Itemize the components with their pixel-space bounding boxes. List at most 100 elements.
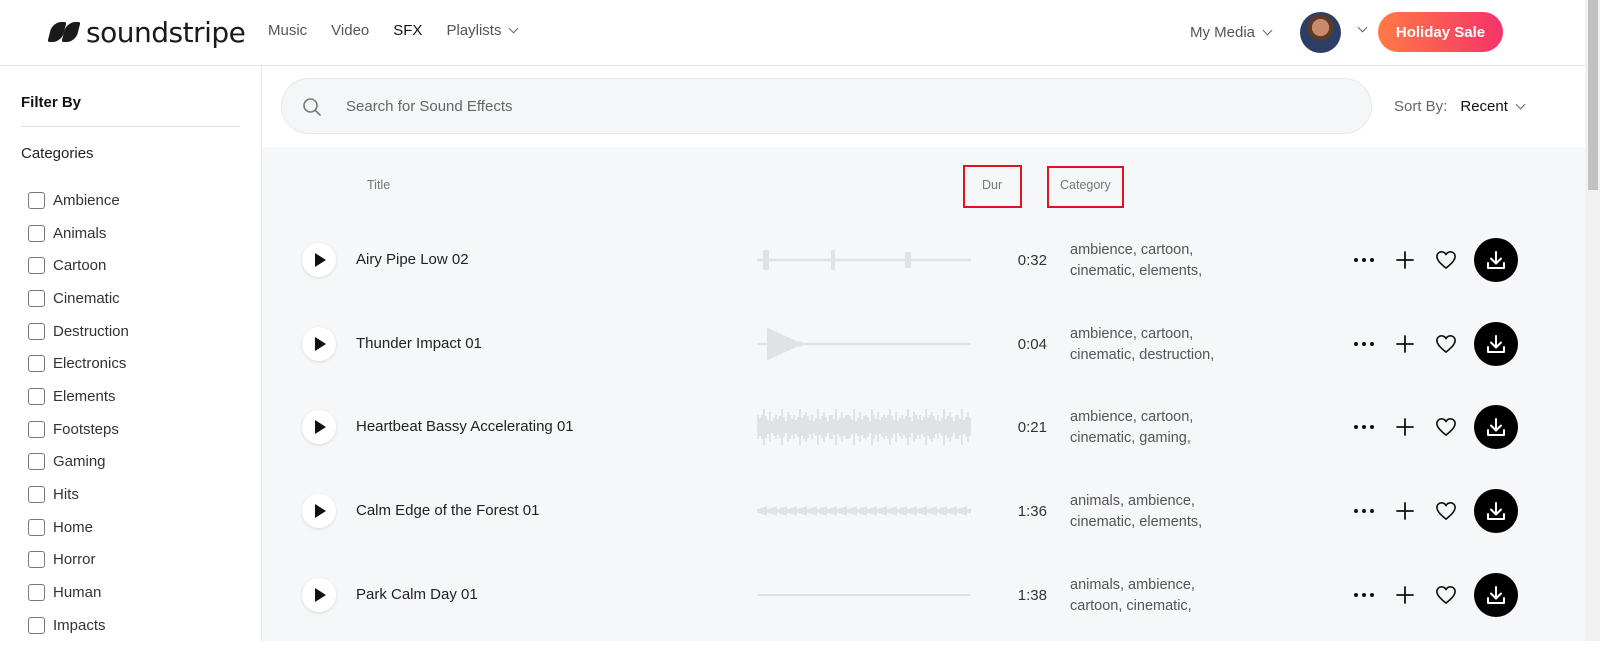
soundstripe-logo[interactable]: soundstripe (47, 15, 246, 49)
category-checkbox[interactable] (28, 224, 45, 242)
my-media-menu[interactable]: My Media (1190, 24, 1273, 41)
track-title[interactable]: Thunder Impact 01 (356, 335, 482, 352)
play-button[interactable] (302, 243, 336, 277)
waveform-graphic[interactable] (757, 573, 972, 617)
category-checkbox[interactable] (28, 191, 45, 209)
category-filter-item[interactable]: Destruction (28, 315, 129, 348)
category-checkbox[interactable] (28, 387, 45, 405)
category-checkbox[interactable] (28, 322, 45, 340)
add-to-playlist-button[interactable] (1391, 497, 1419, 525)
filter-sidebar: Filter By Categories Ambience Animals Cart… (0, 66, 262, 641)
category-filter-item[interactable]: Ambience (28, 184, 129, 217)
favorite-button[interactable] (1432, 581, 1460, 609)
play-button[interactable] (302, 494, 336, 529)
add-to-playlist-button[interactable] (1391, 581, 1419, 609)
track-title[interactable]: Park Calm Day 01 (356, 586, 478, 603)
track-row[interactable]: Airy Pipe Low 02 0:32 ambience, cartoon,… (262, 234, 1585, 318)
sort-by-dropdown[interactable]: Recent (1460, 98, 1526, 115)
track-row[interactable]: Calm Edge of the Forest 01 1:36 animals,… (262, 485, 1585, 569)
track-row[interactable]: Park Calm Day 01 1:38 animals, ambience,… (262, 569, 1585, 653)
waveform-graphic[interactable] (757, 238, 972, 282)
category-checkbox[interactable] (28, 518, 45, 536)
more-horizontal-icon (1354, 592, 1374, 597)
my-media-label: My Media (1190, 24, 1256, 41)
play-button[interactable] (302, 410, 336, 445)
waveform-graphic[interactable] (757, 405, 972, 449)
download-button[interactable] (1474, 238, 1518, 282)
track-row[interactable]: Thunder Impact 01 0:04 ambience, cartoon… (262, 318, 1585, 402)
category-filter-item[interactable]: Cinematic (28, 282, 129, 315)
waveform-graphic[interactable] (757, 489, 972, 533)
play-button[interactable] (302, 326, 336, 361)
nav-sfx[interactable]: SFX (393, 22, 422, 39)
category-checkbox[interactable] (28, 257, 45, 275)
category-filter-item[interactable]: Cartoon (28, 249, 129, 282)
nav-music[interactable]: Music (268, 22, 307, 39)
track-duration: 0:04 (1017, 335, 1047, 353)
category-checkbox[interactable] (28, 289, 45, 307)
add-to-playlist-button[interactable] (1391, 246, 1419, 274)
track-categories: ambience, cartoon, cinematic, gaming, (1070, 407, 1230, 449)
logo-text: soundstripe (86, 15, 246, 49)
favorite-button[interactable] (1432, 497, 1460, 525)
category-checkbox[interactable] (28, 486, 45, 504)
category-filter-item[interactable]: Footsteps (28, 413, 129, 446)
nav-playlists[interactable]: Playlists (446, 22, 519, 39)
category-filter-item[interactable]: Elements (28, 380, 129, 413)
logo-mark-icon (47, 20, 81, 44)
category-filter-item[interactable]: Animals (28, 217, 129, 250)
track-duration: 1:36 (1017, 503, 1047, 521)
chevron-down-icon[interactable] (1357, 22, 1368, 33)
category-checkbox[interactable] (28, 616, 45, 634)
favorite-button[interactable] (1432, 246, 1460, 274)
scrollbar-thumb[interactable] (1588, 0, 1598, 190)
more-options-button[interactable] (1350, 581, 1378, 609)
more-options-button[interactable] (1350, 413, 1378, 441)
column-header-title[interactable]: Title (367, 178, 390, 192)
download-button[interactable] (1474, 572, 1518, 617)
more-horizontal-icon (1354, 509, 1374, 514)
category-checkbox[interactable] (28, 420, 45, 438)
download-button[interactable] (1474, 405, 1518, 450)
track-categories-line: cinematic, destruction, (1070, 346, 1215, 363)
track-categories-line: cinematic, elements, (1070, 514, 1203, 531)
heart-icon (1436, 251, 1456, 269)
more-options-button[interactable] (1350, 246, 1378, 274)
category-checkbox[interactable] (28, 551, 45, 569)
search-input[interactable] (346, 91, 1326, 121)
track-row[interactable]: Heartbeat Bassy Accelerating 01 0:21 amb… (262, 401, 1585, 485)
more-options-button[interactable] (1350, 497, 1378, 525)
category-filter-item[interactable]: Electronics (28, 347, 129, 380)
add-to-playlist-button[interactable] (1391, 330, 1419, 358)
waveform-graphic[interactable] (757, 322, 972, 366)
avatar[interactable] (1300, 12, 1341, 53)
add-to-playlist-button[interactable] (1391, 413, 1419, 441)
category-filter-item[interactable]: Gaming (28, 446, 129, 479)
download-button[interactable] (1474, 321, 1518, 366)
category-filter-item[interactable]: Human (28, 576, 129, 609)
track-categories: animals, ambience, cinematic, elements, (1070, 491, 1230, 533)
category-filter-item[interactable]: Home (28, 511, 129, 544)
more-horizontal-icon (1354, 341, 1374, 346)
download-button[interactable] (1474, 489, 1518, 534)
category-filter-item[interactable]: Hits (28, 478, 129, 511)
track-title[interactable]: Heartbeat Bassy Accelerating 01 (356, 418, 574, 435)
search-bar[interactable] (281, 78, 1372, 134)
play-button[interactable] (302, 577, 336, 612)
holiday-sale-button[interactable]: Holiday Sale (1378, 12, 1503, 52)
track-title[interactable]: Calm Edge of the Forest 01 (356, 502, 539, 519)
category-checkbox[interactable] (28, 355, 45, 373)
plus-icon (1396, 334, 1414, 353)
category-filter-item[interactable]: Impacts (28, 609, 129, 642)
more-horizontal-icon (1354, 425, 1374, 430)
track-title[interactable]: Airy Pipe Low 02 (356, 251, 469, 268)
nav-video[interactable]: Video (331, 22, 369, 39)
favorite-button[interactable] (1432, 413, 1460, 441)
category-label: Footsteps (53, 420, 119, 438)
favorite-button[interactable] (1432, 330, 1460, 358)
category-checkbox[interactable] (28, 453, 45, 471)
heart-icon (1436, 334, 1456, 353)
more-options-button[interactable] (1350, 330, 1378, 358)
category-filter-item[interactable]: Horror (28, 544, 129, 577)
category-checkbox[interactable] (28, 584, 45, 602)
